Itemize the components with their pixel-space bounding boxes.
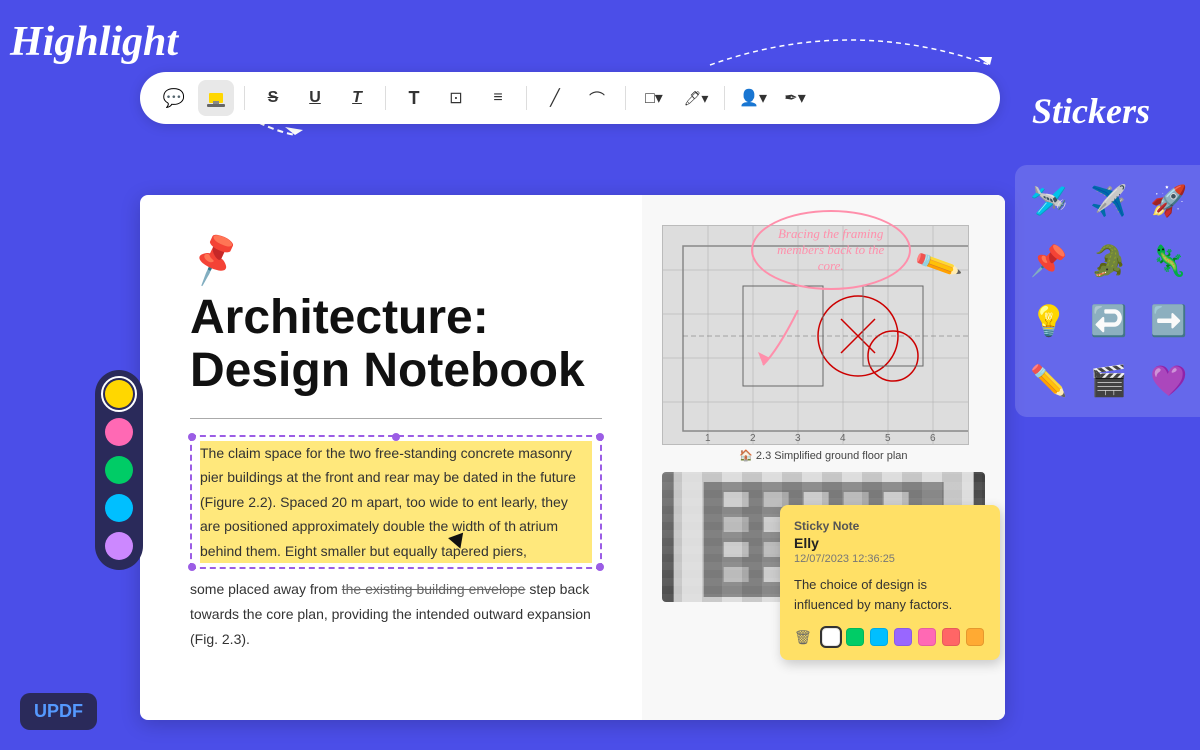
sticky-color-blue[interactable]: [870, 628, 888, 646]
toolbar-person[interactable]: 👤▾: [735, 80, 771, 116]
sticker-lightbulb[interactable]: 💡: [1025, 297, 1073, 345]
sticker-paper-plane-filled[interactable]: 🛩️: [1025, 177, 1073, 225]
strikethrough-text: the existing building envelope: [342, 581, 526, 597]
svg-text:6: 6: [930, 433, 936, 444]
divider-4: [625, 86, 626, 110]
sticker-paper-plane-right[interactable]: 🚀: [1145, 177, 1193, 225]
toolbar-textcols[interactable]: ≡: [480, 80, 516, 116]
toolbar-pen[interactable]: 🖊▾: [678, 80, 714, 116]
speech-bubble: Bracing the framing members back to the …: [751, 210, 911, 290]
toolbar-underline[interactable]: U: [297, 80, 333, 116]
selection-handle-tr: [596, 433, 604, 441]
svg-text:2: 2: [750, 433, 756, 444]
sticky-note-datetime: 12/07/2023 12:36:25: [794, 553, 986, 565]
updf-logo: UPDF: [20, 693, 97, 730]
svg-text:4: 4: [840, 433, 846, 444]
toolbar-rect[interactable]: □▾: [636, 80, 672, 116]
sticky-note: Sticky Note Elly 12/07/2023 12:36:25 The…: [780, 505, 1000, 660]
sticker-arrow-right[interactable]: ➡️: [1145, 297, 1193, 345]
sticker-pen[interactable]: ✏️: [1025, 357, 1073, 405]
toolbar-pen2[interactable]: ✒▾: [777, 80, 813, 116]
doc-right-panel: Bracing the framing members back to the …: [642, 195, 1005, 720]
toolbar: 💬 S U T T ⊡ ≡ ╱ ⌒ □▾: [140, 72, 1000, 124]
toolbar-line[interactable]: ╱: [537, 80, 573, 116]
color-blue[interactable]: [105, 494, 133, 522]
doc-title: Architecture:Design Notebook: [190, 292, 602, 398]
stickers-label: Stickers: [1032, 90, 1150, 132]
divider-2: [385, 86, 386, 110]
divider-5: [724, 86, 725, 110]
title-divider: [190, 418, 602, 419]
selection-handle-bl: [188, 563, 196, 571]
selection-handle-tl: [188, 433, 196, 441]
sticky-color-white[interactable]: [822, 628, 840, 646]
toolbar-textbox[interactable]: ⊡: [438, 80, 474, 116]
sticker-lizard[interactable]: 🦎: [1145, 237, 1193, 285]
doc-body: some placed away from the existing build…: [190, 577, 602, 653]
toolbar-arch[interactable]: ⌒: [579, 80, 615, 116]
selection-handle-br: [596, 563, 604, 571]
selection-handle-tc: [392, 433, 400, 441]
doc-left-panel: 📌 Architecture:Design Notebook The claim…: [140, 195, 642, 720]
doc-paragraph-1: some placed away from the existing build…: [190, 577, 602, 653]
divider-3: [526, 86, 527, 110]
highlighted-section: The claim space for the two free-standin…: [190, 435, 602, 570]
toolbar-underline2[interactable]: T: [339, 80, 375, 116]
sticker-crocodile[interactable]: 🐊: [1085, 237, 1133, 285]
document-area: 📌 Architecture:Design Notebook The claim…: [140, 195, 1005, 720]
svg-text:1: 1: [705, 433, 711, 444]
sticker-panel: 🛩️ ✈️ 🚀 📌 🐊 🦎 💡 ↩️ ➡️ ✏️ 🎬 💜: [1015, 165, 1200, 417]
sticky-color-orange[interactable]: [966, 628, 984, 646]
sticker-pushpin[interactable]: 📌: [1025, 237, 1073, 285]
sticky-note-header: Sticky Note: [794, 519, 986, 533]
color-palette: [95, 370, 143, 570]
toolbar-highlight[interactable]: [198, 80, 234, 116]
sticky-note-author: Elly: [794, 535, 986, 551]
sticky-delete-button[interactable]: 🗑: [794, 629, 812, 646]
sticky-color-purple[interactable]: [894, 628, 912, 646]
color-green[interactable]: [105, 456, 133, 484]
sticker-return-arrow[interactable]: ↩️: [1085, 297, 1133, 345]
sticky-color-pink[interactable]: [918, 628, 936, 646]
divider-1: [244, 86, 245, 110]
highlight-tool-icon: [205, 87, 227, 109]
color-purple[interactable]: [105, 532, 133, 560]
toolbar-strikethrough[interactable]: S: [255, 80, 291, 116]
color-yellow[interactable]: [105, 380, 133, 408]
color-pink[interactable]: [105, 418, 133, 446]
floor-plan-caption: 🏠 2.3 Simplified ground floor plan: [662, 449, 985, 462]
sticky-note-footer: 🗑: [794, 628, 986, 646]
highlighted-text: The claim space for the two free-standin…: [200, 441, 592, 564]
sticker-paper-plane-outline[interactable]: ✈️: [1085, 177, 1133, 225]
svg-text:3: 3: [795, 433, 801, 444]
sticky-note-body: The choice of design is influenced by ma…: [794, 575, 986, 614]
bubble-arrow: [758, 310, 838, 370]
sticker-clapper[interactable]: 🎬: [1085, 357, 1133, 405]
highlight-label: Highlight: [10, 18, 178, 66]
toolbar-text[interactable]: T: [396, 80, 432, 116]
pin-icon: 📌: [183, 228, 246, 289]
updf-logo-text: UPDF: [34, 701, 83, 721]
sticky-color-green[interactable]: [846, 628, 864, 646]
sticky-color-red[interactable]: [942, 628, 960, 646]
svg-text:5: 5: [885, 433, 891, 444]
toolbar-comment[interactable]: 💬: [156, 80, 192, 116]
sticker-heart[interactable]: 💜: [1145, 357, 1193, 405]
